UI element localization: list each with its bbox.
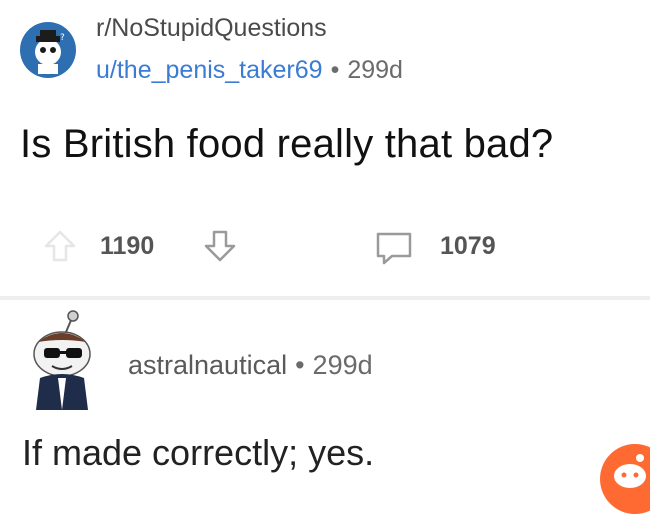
post-title[interactable]: Is British food really that bad? [20, 122, 553, 167]
comment-author-row: astralnautical • 299d [128, 350, 373, 381]
snoo-sunglasses-avatar-icon[interactable] [22, 308, 106, 412]
svg-text:?: ? [60, 33, 65, 43]
meta-separator: • [295, 350, 305, 380]
meta-separator: • [330, 56, 340, 84]
subreddit-name[interactable]: r/NoStupidQuestions [96, 14, 327, 43]
comment-body: If made correctly; yes. [22, 432, 375, 473]
section-divider [0, 296, 650, 300]
post-author-link[interactable]: u/the_penis_taker69 [96, 56, 323, 84]
post-meta: u/the_penis_taker69 • 299d [96, 56, 403, 85]
comment-count[interactable]: 1079 [440, 232, 496, 261]
subreddit-avatar-icon[interactable]: ? [20, 22, 76, 78]
post-header: ? r/NoStupidQuestions u/the_penis_taker6… [14, 8, 614, 88]
comment-author-name[interactable]: astralnautical [128, 350, 287, 380]
reddit-snoo-icon[interactable] [600, 444, 650, 514]
comment-age: 299d [312, 350, 373, 380]
comment-bubble-icon[interactable] [372, 228, 416, 268]
post-age: 299d [347, 56, 403, 84]
post-actions-bar: 1190 1079 [0, 210, 650, 280]
vote-score: 1190 [100, 232, 155, 260]
downvote-arrow-icon[interactable] [200, 226, 240, 266]
upvote-arrow-icon[interactable] [40, 226, 80, 266]
